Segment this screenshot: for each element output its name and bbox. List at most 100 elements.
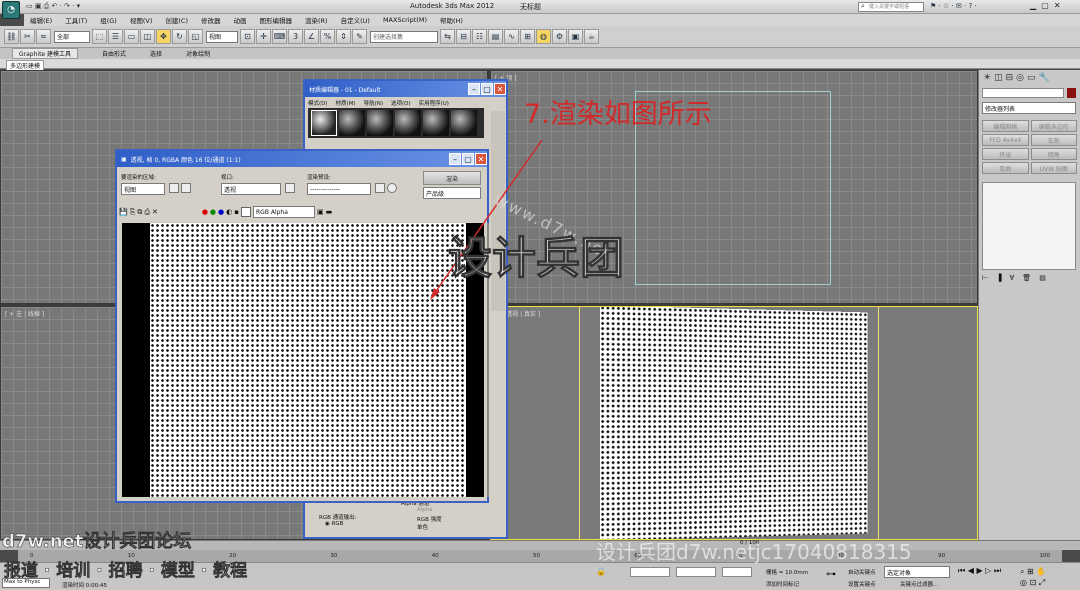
hierarchy-tab-icon[interactable]: ⊟ — [1006, 73, 1014, 83]
material-editor-icon[interactable]: ◍ — [536, 29, 551, 44]
save-image-icon[interactable]: 💾 — [119, 208, 128, 216]
menu-rendering[interactable]: 渲染(R) — [305, 15, 328, 25]
modifier-button[interactable]: 编辑多边形 — [1030, 120, 1077, 132]
viewport-nav-controls[interactable]: ⌕ ⊞ ✋ ◎ ⊡ ⤢ — [1020, 566, 1046, 588]
modifier-button[interactable]: 编辑网格 — [982, 120, 1029, 132]
mat-menu-navigation[interactable]: 导航(N) — [364, 99, 383, 107]
edit-region-icon[interactable] — [169, 183, 179, 193]
menu-edit[interactable]: 编辑(E) — [30, 15, 52, 25]
menu-customize[interactable]: 自定义(U) — [341, 15, 370, 25]
red-channel-icon[interactable]: ● — [202, 208, 208, 216]
utilities-tab-icon[interactable]: 🔧 — [1039, 73, 1050, 83]
clone-window-icon[interactable]: ⧉ — [137, 208, 142, 217]
menu-views[interactable]: 视图(V) — [130, 15, 153, 25]
configure-sets-icon[interactable]: ▤ — [1039, 274, 1046, 282]
channel-dropdown[interactable]: RGB Alpha — [253, 206, 315, 218]
named-selection-dropdown[interactable]: 创建选择集 — [370, 30, 438, 43]
rendered-frame-window-icon[interactable]: ▣ — [568, 29, 583, 44]
alpha-channel-icon[interactable]: ◐ — [226, 208, 232, 216]
auto-region-icon[interactable] — [181, 183, 191, 193]
schematic-view-icon[interactable]: ⊞ — [520, 29, 535, 44]
viewport-perspective[interactable]: [ + 透视 | 真实 ] — [490, 306, 978, 540]
mat-menu-options[interactable]: 选项(O) — [391, 99, 411, 107]
curve-editor-icon[interactable]: ∿ — [504, 29, 519, 44]
mat-menu-material[interactable]: 材质(M) — [336, 99, 356, 107]
spinner-snap-icon[interactable]: ⇕ — [336, 29, 351, 44]
menu-animation[interactable]: 动画 — [234, 15, 247, 25]
sample-sphere-icon[interactable] — [311, 110, 337, 136]
area-to-render-dropdown[interactable]: 视图 — [121, 183, 165, 195]
option-mono[interactable]: 单色 — [417, 523, 428, 531]
modifier-button[interactable]: 车削 — [1030, 134, 1077, 146]
snap-toggle-icon[interactable]: 3 — [288, 29, 303, 44]
modifier-button[interactable]: UVW 贴图 — [1030, 162, 1077, 174]
menu-maxscript[interactable]: MAXScript(M) — [383, 16, 427, 24]
modifier-stack[interactable] — [982, 182, 1076, 270]
modifier-button[interactable]: 弯曲 — [982, 162, 1029, 174]
render-setup-icon[interactable] — [375, 183, 385, 193]
make-unique-icon[interactable]: ∀ — [1010, 274, 1015, 282]
modifier-list-dropdown[interactable]: 修改器列表 — [982, 102, 1076, 114]
environment-icon[interactable] — [387, 183, 397, 193]
render-preset-dropdown[interactable]: -------------- — [307, 183, 371, 195]
coord-z-field[interactable] — [722, 567, 752, 577]
modifier-button[interactable]: FFD 4x4x4 — [982, 134, 1029, 146]
green-channel-icon[interactable]: ● — [210, 208, 216, 216]
display-tab-icon[interactable]: ▭ — [1027, 73, 1036, 83]
keyboard-shortcut-icon[interactable]: ⌨ — [272, 29, 287, 44]
menu-tools[interactable]: 工具(T) — [65, 15, 87, 25]
lock-selection-icon[interactable]: 🔒 — [596, 567, 606, 576]
create-tab-icon[interactable]: ☀ — [983, 73, 991, 83]
menu-group[interactable]: 组(G) — [100, 15, 117, 25]
sample-sphere-icon[interactable] — [339, 110, 365, 136]
option-rgb-intensity[interactable]: RGB 强度 — [417, 515, 442, 523]
tab-freeform[interactable]: 自由形式 — [102, 49, 126, 58]
bind-space-warp-icon[interactable]: ≈ — [36, 29, 51, 44]
radio-rgb[interactable]: ◉ RGB — [325, 521, 343, 527]
add-time-tag[interactable]: 添加时间标记 — [766, 580, 799, 588]
coord-y-field[interactable] — [676, 567, 716, 577]
option-alpha[interactable]: Alpha — [417, 507, 433, 513]
key-filters-button[interactable]: 关键点过滤器... — [900, 580, 938, 588]
graphite-toggle-icon[interactable]: ▤ — [488, 29, 503, 44]
mirror-icon[interactable]: ⇆ — [440, 29, 455, 44]
menu-create[interactable]: 创建(C) — [165, 15, 188, 25]
mat-menu-utilities[interactable]: 实用程序(U) — [419, 99, 449, 107]
tab-object-paint[interactable]: 对象绘制 — [186, 49, 210, 58]
menu-help[interactable]: 帮助(H) — [440, 15, 463, 25]
angle-snap-icon[interactable]: ∠ — [304, 29, 319, 44]
motion-tab-icon[interactable]: ◎ — [1016, 73, 1024, 83]
object-color-swatch[interactable] — [1067, 88, 1076, 98]
menu-graph-editors[interactable]: 图形编辑器 — [260, 15, 293, 25]
object-name-field[interactable] — [982, 88, 1064, 98]
close-icon[interactable]: ✕ — [494, 83, 506, 95]
background-color-swatch[interactable] — [241, 207, 251, 217]
unlink-icon[interactable]: ✂ — [20, 29, 35, 44]
rectangular-selection-icon[interactable]: ▭ — [124, 29, 139, 44]
tab-selection[interactable]: 选择 — [150, 49, 162, 58]
mono-icon[interactable]: ▪ — [234, 208, 239, 216]
sample-sphere-icon[interactable] — [367, 110, 393, 136]
key-icon[interactable]: ⊶ — [826, 569, 836, 580]
modifier-button[interactable]: 挤出 — [982, 148, 1029, 160]
search-icon[interactable]: ⌕ — [861, 2, 865, 11]
edit-named-selection-icon[interactable]: ✎ — [352, 29, 367, 44]
select-by-name-icon[interactable]: ☰ — [108, 29, 123, 44]
autokey-label[interactable]: 自动关键点 — [848, 568, 876, 576]
print-icon[interactable]: ⎙ — [144, 208, 150, 217]
viewport-dropdown[interactable]: 透视 — [221, 183, 281, 195]
minimize-icon[interactable]: – — [468, 83, 480, 95]
copy-image-icon[interactable]: ⎘ — [130, 208, 136, 217]
selection-filter-dropdown[interactable]: 全部 — [54, 30, 90, 43]
pin-stack-icon[interactable]: ⊢ — [982, 274, 988, 282]
coord-x-field[interactable] — [630, 567, 670, 577]
help-icons[interactable]: ⚑ · ☆ · ✉ · ? · — [930, 2, 977, 10]
align-icon[interactable]: ⊟ — [456, 29, 471, 44]
set-key-label[interactable]: 设置关键点 — [848, 580, 876, 588]
layer-manager-icon[interactable]: ☷ — [472, 29, 487, 44]
window-controls[interactable]: ▁ ▢ ✕ — [1030, 1, 1061, 10]
window-crossing-icon[interactable]: ◫ — [140, 29, 155, 44]
remove-modifier-icon[interactable]: 🗑 — [1022, 274, 1031, 282]
select-move-icon[interactable]: ✥ — [156, 29, 171, 44]
pivot-center-icon[interactable]: ⊡ — [240, 29, 255, 44]
